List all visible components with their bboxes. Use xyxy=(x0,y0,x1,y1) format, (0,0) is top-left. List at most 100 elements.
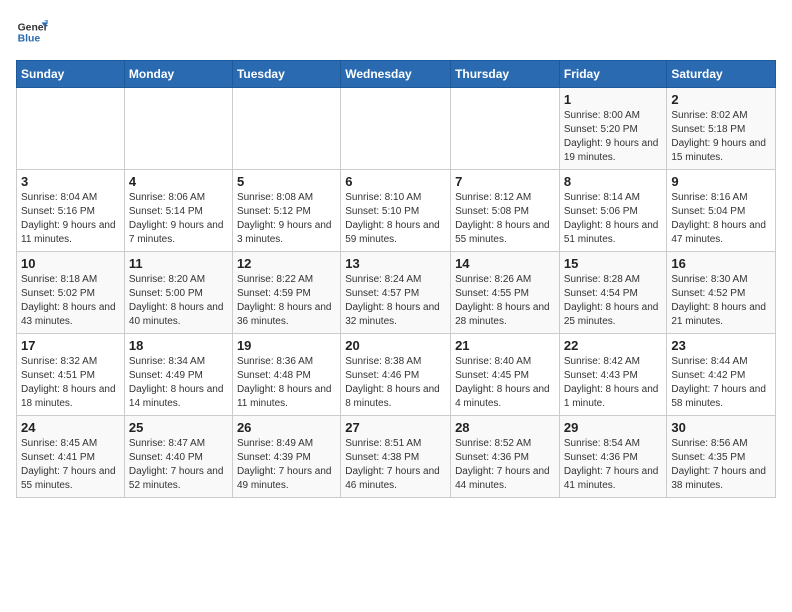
day-number: 13 xyxy=(345,256,446,271)
day-number: 29 xyxy=(564,420,663,435)
day-info: Sunrise: 8:20 AM Sunset: 5:00 PM Dayligh… xyxy=(129,273,228,329)
day-number: 7 xyxy=(455,174,555,189)
day-number: 28 xyxy=(455,420,555,435)
day-number: 14 xyxy=(455,256,555,271)
day-number: 3 xyxy=(21,174,120,189)
day-number: 6 xyxy=(345,174,446,189)
day-info: Sunrise: 8:04 AM Sunset: 5:16 PM Dayligh… xyxy=(21,191,120,247)
logo-icon: General Blue xyxy=(16,16,48,48)
day-number: 2 xyxy=(671,92,771,107)
day-number: 17 xyxy=(21,338,120,353)
header-wednesday: Wednesday xyxy=(341,61,451,88)
calendar-cell: 26 Sunrise: 8:49 AM Sunset: 4:39 PM Dayli… xyxy=(232,416,340,498)
day-info: Sunrise: 8:42 AM Sunset: 4:43 PM Dayligh… xyxy=(564,355,663,411)
day-info: Sunrise: 8:49 AM Sunset: 4:39 PM Dayligh… xyxy=(237,437,336,493)
day-number: 8 xyxy=(564,174,663,189)
day-number: 25 xyxy=(129,420,228,435)
calendar-cell: 20 Sunrise: 8:38 AM Sunset: 4:46 PM Dayli… xyxy=(341,334,451,416)
day-info: Sunrise: 8:18 AM Sunset: 5:02 PM Dayligh… xyxy=(21,273,120,329)
logo: General Blue xyxy=(16,16,48,48)
calendar-cell: 17 Sunrise: 8:32 AM Sunset: 4:51 PM Dayli… xyxy=(17,334,125,416)
calendar-cell: 29Sunrise: 8:54 AM Sunset: 4:36 PM Dayli… xyxy=(559,416,667,498)
day-number: 27 xyxy=(345,420,446,435)
day-info: Sunrise: 8:51 AM Sunset: 4:38 PM Dayligh… xyxy=(345,437,446,493)
day-number: 19 xyxy=(237,338,336,353)
day-number: 18 xyxy=(129,338,228,353)
day-number: 22 xyxy=(564,338,663,353)
calendar-cell xyxy=(341,88,451,170)
day-info: Sunrise: 8:40 AM Sunset: 4:45 PM Dayligh… xyxy=(455,355,555,411)
day-number: 5 xyxy=(237,174,336,189)
calendar-week-3: 10 Sunrise: 8:18 AM Sunset: 5:02 PM Dayli… xyxy=(17,252,776,334)
header-friday: Friday xyxy=(559,61,667,88)
day-info: Sunrise: 8:34 AM Sunset: 4:49 PM Dayligh… xyxy=(129,355,228,411)
day-number: 12 xyxy=(237,256,336,271)
day-info: Sunrise: 8:38 AM Sunset: 4:46 PM Dayligh… xyxy=(345,355,446,411)
day-number: 24 xyxy=(21,420,120,435)
day-info: Sunrise: 8:10 AM Sunset: 5:10 PM Dayligh… xyxy=(345,191,446,247)
day-info: Sunrise: 8:08 AM Sunset: 5:12 PM Dayligh… xyxy=(237,191,336,247)
day-info: Sunrise: 8:56 AM Sunset: 4:35 PM Dayligh… xyxy=(671,437,771,493)
day-number: 10 xyxy=(21,256,120,271)
calendar-cell: 11 Sunrise: 8:20 AM Sunset: 5:00 PM Dayli… xyxy=(124,252,232,334)
day-info: Sunrise: 8:22 AM Sunset: 4:59 PM Dayligh… xyxy=(237,273,336,329)
calendar-cell: 19 Sunrise: 8:36 AM Sunset: 4:48 PM Dayli… xyxy=(232,334,340,416)
calendar-cell: 30 Sunrise: 8:56 AM Sunset: 4:35 PM Dayli… xyxy=(667,416,776,498)
calendar-header-row: SundayMondayTuesdayWednesdayThursdayFrid… xyxy=(17,61,776,88)
calendar-week-1: 1 Sunrise: 8:00 AM Sunset: 5:20 PM Daylig… xyxy=(17,88,776,170)
day-number: 9 xyxy=(671,174,771,189)
calendar-cell: 27 Sunrise: 8:51 AM Sunset: 4:38 PM Dayli… xyxy=(341,416,451,498)
calendar-table: SundayMondayTuesdayWednesdayThursdayFrid… xyxy=(16,60,776,498)
day-number: 26 xyxy=(237,420,336,435)
day-info: Sunrise: 8:28 AM Sunset: 4:54 PM Dayligh… xyxy=(564,273,663,329)
day-info: Sunrise: 8:30 AM Sunset: 4:52 PM Dayligh… xyxy=(671,273,771,329)
day-number: 11 xyxy=(129,256,228,271)
calendar-cell: 21 Sunrise: 8:40 AM Sunset: 4:45 PM Dayli… xyxy=(451,334,560,416)
day-info: Sunrise: 8:52 AM Sunset: 4:36 PM Dayligh… xyxy=(455,437,555,493)
calendar-week-2: 3 Sunrise: 8:04 AM Sunset: 5:16 PM Daylig… xyxy=(17,170,776,252)
calendar-cell: 14 Sunrise: 8:26 AM Sunset: 4:55 PM Dayli… xyxy=(451,252,560,334)
calendar-cell xyxy=(232,88,340,170)
calendar-cell: 13Sunrise: 8:24 AM Sunset: 4:57 PM Dayli… xyxy=(341,252,451,334)
day-info: Sunrise: 8:26 AM Sunset: 4:55 PM Dayligh… xyxy=(455,273,555,329)
day-number: 30 xyxy=(671,420,771,435)
day-info: Sunrise: 8:36 AM Sunset: 4:48 PM Dayligh… xyxy=(237,355,336,411)
calendar-cell: 15Sunrise: 8:28 AM Sunset: 4:54 PM Dayli… xyxy=(559,252,667,334)
header-monday: Monday xyxy=(124,61,232,88)
calendar-cell: 6 Sunrise: 8:10 AM Sunset: 5:10 PM Daylig… xyxy=(341,170,451,252)
header-sunday: Sunday xyxy=(17,61,125,88)
calendar-cell xyxy=(17,88,125,170)
day-info: Sunrise: 8:32 AM Sunset: 4:51 PM Dayligh… xyxy=(21,355,120,411)
header: General Blue xyxy=(16,16,776,48)
calendar-week-5: 24Sunrise: 8:45 AM Sunset: 4:41 PM Dayli… xyxy=(17,416,776,498)
calendar-cell: 2 Sunrise: 8:02 AM Sunset: 5:18 PM Daylig… xyxy=(667,88,776,170)
day-info: Sunrise: 8:47 AM Sunset: 4:40 PM Dayligh… xyxy=(129,437,228,493)
header-saturday: Saturday xyxy=(667,61,776,88)
header-thursday: Thursday xyxy=(451,61,560,88)
day-info: Sunrise: 8:14 AM Sunset: 5:06 PM Dayligh… xyxy=(564,191,663,247)
day-number: 21 xyxy=(455,338,555,353)
day-info: Sunrise: 8:00 AM Sunset: 5:20 PM Dayligh… xyxy=(564,109,663,165)
day-number: 1 xyxy=(564,92,663,107)
calendar-cell: 16 Sunrise: 8:30 AM Sunset: 4:52 PM Dayli… xyxy=(667,252,776,334)
day-info: Sunrise: 8:12 AM Sunset: 5:08 PM Dayligh… xyxy=(455,191,555,247)
svg-text:Blue: Blue xyxy=(18,34,41,45)
calendar-cell: 7 Sunrise: 8:12 AM Sunset: 5:08 PM Daylig… xyxy=(451,170,560,252)
calendar-cell: 28 Sunrise: 8:52 AM Sunset: 4:36 PM Dayli… xyxy=(451,416,560,498)
day-number: 16 xyxy=(671,256,771,271)
calendar-cell: 24Sunrise: 8:45 AM Sunset: 4:41 PM Dayli… xyxy=(17,416,125,498)
calendar-cell: 9 Sunrise: 8:16 AM Sunset: 5:04 PM Daylig… xyxy=(667,170,776,252)
header-tuesday: Tuesday xyxy=(232,61,340,88)
calendar-cell: 25 Sunrise: 8:47 AM Sunset: 4:40 PM Dayli… xyxy=(124,416,232,498)
calendar-cell xyxy=(124,88,232,170)
day-number: 20 xyxy=(345,338,446,353)
day-info: Sunrise: 8:44 AM Sunset: 4:42 PM Dayligh… xyxy=(671,355,771,411)
calendar-cell: 5 Sunrise: 8:08 AM Sunset: 5:12 PM Daylig… xyxy=(232,170,340,252)
calendar-cell: 18 Sunrise: 8:34 AM Sunset: 4:49 PM Dayli… xyxy=(124,334,232,416)
day-info: Sunrise: 8:16 AM Sunset: 5:04 PM Dayligh… xyxy=(671,191,771,247)
day-number: 23 xyxy=(671,338,771,353)
calendar-cell: 4Sunrise: 8:06 AM Sunset: 5:14 PM Daylig… xyxy=(124,170,232,252)
day-info: Sunrise: 8:02 AM Sunset: 5:18 PM Dayligh… xyxy=(671,109,771,165)
calendar-cell: 10 Sunrise: 8:18 AM Sunset: 5:02 PM Dayli… xyxy=(17,252,125,334)
calendar-cell: 8 Sunrise: 8:14 AM Sunset: 5:06 PM Daylig… xyxy=(559,170,667,252)
